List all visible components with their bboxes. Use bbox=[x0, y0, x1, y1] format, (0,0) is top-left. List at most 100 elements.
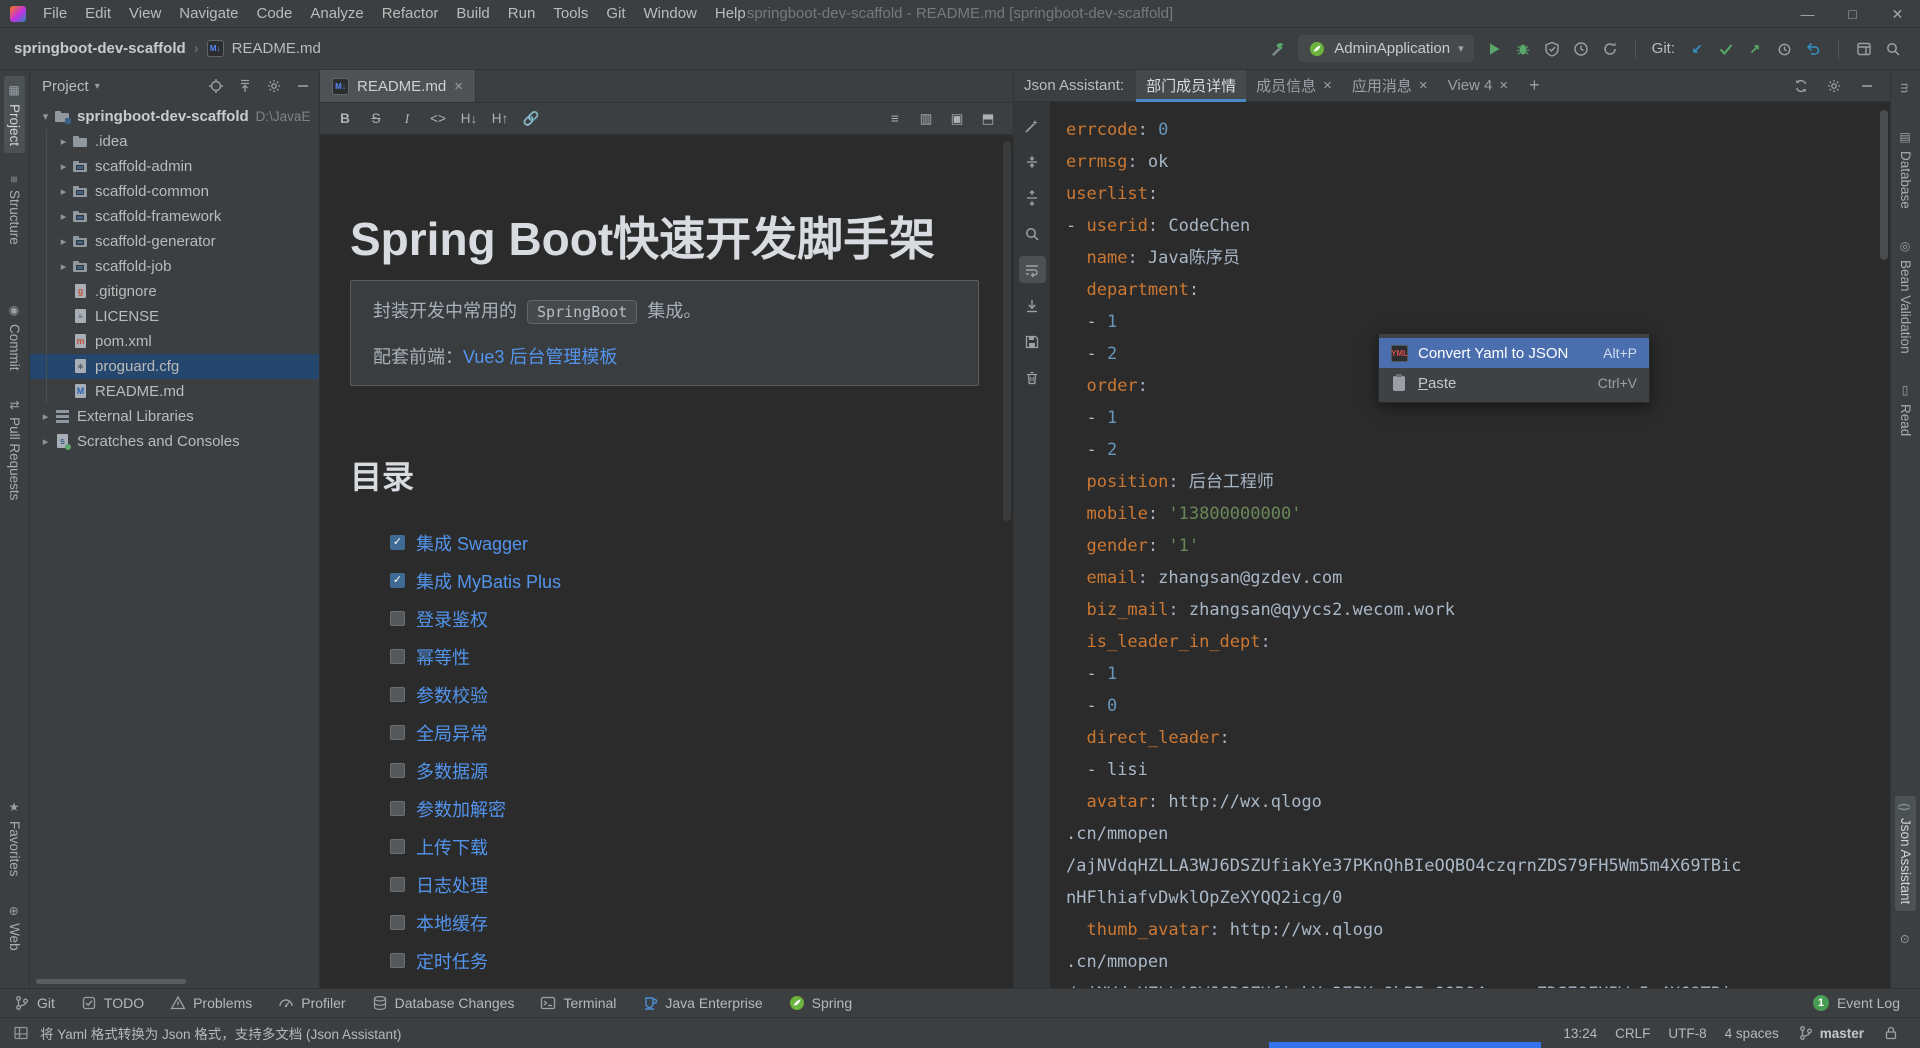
unchecked-checkbox-icon[interactable] bbox=[390, 763, 405, 778]
save-icon[interactable] bbox=[1019, 328, 1046, 355]
locate-file-icon[interactable] bbox=[207, 78, 224, 95]
menu-edit[interactable]: Edit bbox=[76, 0, 120, 28]
unchecked-checkbox-icon[interactable] bbox=[390, 839, 405, 854]
toolwindow-button-java-enterprise[interactable]: Java Enterprise bbox=[642, 995, 762, 1011]
checklist-link[interactable]: 本地缓存 bbox=[416, 910, 488, 936]
menu-analyze[interactable]: Analyze bbox=[301, 0, 372, 28]
tool-stripe-structure[interactable]: ≡Structure bbox=[4, 169, 25, 252]
editor-tab-readme[interactable]: M↓ README.md × bbox=[320, 70, 476, 102]
close-tab-icon[interactable]: × bbox=[1323, 77, 1332, 94]
scroll-sync-icon[interactable]: ⬒ bbox=[975, 107, 1001, 131]
tree-item-scaffold-common[interactable]: ▸scaffold-common bbox=[30, 179, 319, 204]
menu-window[interactable]: Window bbox=[635, 0, 706, 28]
tree-item-scaffold-job[interactable]: ▸scaffold-job bbox=[30, 254, 319, 279]
tool-stripe-json-assistant[interactable]: {}Json Assistant bbox=[1895, 796, 1916, 911]
chevron-right-icon[interactable]: ▸ bbox=[56, 210, 71, 223]
toolwindow-button-git[interactable]: Git bbox=[14, 995, 55, 1011]
expand-all-icon[interactable] bbox=[1019, 184, 1046, 211]
header-down-icon[interactable]: H↓ bbox=[456, 107, 482, 131]
tool-stripe-web[interactable]: ⊕Web bbox=[4, 899, 25, 958]
close-button[interactable]: ✕ bbox=[1875, 0, 1920, 28]
assistant-tab-view-4[interactable]: View 4× bbox=[1438, 70, 1519, 102]
checked-checkbox-icon[interactable]: ✓ bbox=[390, 535, 405, 550]
assistant-tab-item[interactable]: 成员信息× bbox=[1246, 70, 1342, 102]
tool-stripe-pull-requests[interactable]: ⇅Pull Requests bbox=[4, 393, 25, 507]
search-icon[interactable] bbox=[1019, 220, 1046, 247]
assistant-tab-item[interactable]: 部门成员详情 bbox=[1136, 70, 1246, 102]
link-icon[interactable]: 🔗 bbox=[518, 107, 544, 131]
git-update-button[interactable] bbox=[1688, 40, 1706, 58]
unchecked-checkbox-icon[interactable] bbox=[390, 915, 405, 930]
checklist-link[interactable]: 日志处理 bbox=[416, 872, 488, 898]
tree-item-readme-md[interactable]: MREADME.md bbox=[30, 379, 319, 404]
rerun-button[interactable] bbox=[1601, 40, 1619, 58]
layout-split-icon[interactable]: ▥ bbox=[913, 107, 939, 131]
coverage-button[interactable] bbox=[1543, 40, 1561, 58]
chevron-right-icon[interactable]: ▸ bbox=[38, 435, 53, 448]
format-icon[interactable] bbox=[1019, 112, 1046, 139]
checklist-link[interactable]: 幂等性 bbox=[416, 644, 470, 670]
tool-stripe-maven[interactable]: m bbox=[1895, 76, 1916, 107]
chevron-down-icon[interactable]: ▾ bbox=[95, 81, 100, 92]
checklist-link[interactable]: 登录鉴权 bbox=[416, 606, 488, 632]
hide-panel-icon[interactable] bbox=[1858, 77, 1876, 95]
sync-icon[interactable] bbox=[1792, 77, 1810, 95]
checklist-link[interactable]: 上传下载 bbox=[416, 834, 488, 860]
git-push-button[interactable] bbox=[1746, 40, 1764, 58]
checked-checkbox-icon[interactable]: ✓ bbox=[390, 573, 405, 588]
minimize-button[interactable]: — bbox=[1785, 0, 1830, 28]
chevron-right-icon[interactable]: ▸ bbox=[38, 410, 53, 423]
menu-run[interactable]: Run bbox=[499, 0, 545, 28]
run-button[interactable] bbox=[1485, 40, 1503, 58]
delete-icon[interactable] bbox=[1019, 364, 1046, 391]
soft-wrap-icon[interactable] bbox=[1019, 256, 1046, 283]
editor-scrollbar[interactable] bbox=[1003, 141, 1011, 521]
unchecked-checkbox-icon[interactable] bbox=[390, 725, 405, 740]
breadcrumb-project[interactable]: springboot-dev-scaffold bbox=[14, 40, 186, 57]
unchecked-checkbox-icon[interactable] bbox=[390, 953, 405, 968]
tool-stripe-project[interactable]: ▦Project bbox=[4, 76, 25, 153]
tree-item-springboot-dev-scaffold[interactable]: ▾springboot-dev-scaffoldD:\JavaE bbox=[30, 104, 319, 129]
chevron-down-icon[interactable]: ▾ bbox=[38, 110, 53, 123]
checklist-link[interactable]: 定时任务 bbox=[416, 948, 488, 974]
tool-stripe-read[interactable]: ▯Read bbox=[1895, 376, 1916, 443]
menu-tools[interactable]: Tools bbox=[544, 0, 597, 28]
git-commit-button[interactable] bbox=[1717, 40, 1735, 58]
git-branch-widget[interactable]: master bbox=[1797, 1024, 1864, 1042]
menu-navigate[interactable]: Navigate bbox=[170, 0, 247, 28]
chevron-right-icon[interactable]: ▸ bbox=[56, 160, 71, 173]
tree-item-pom-xml[interactable]: mpom.xml bbox=[30, 329, 319, 354]
toolwindow-button-todo[interactable]: TODO bbox=[81, 995, 144, 1011]
yaml-editor[interactable]: errcode: 0errmsg: okuserlist:- userid: C… bbox=[1051, 102, 1890, 988]
unchecked-checkbox-icon[interactable] bbox=[390, 877, 405, 892]
encoding-widget[interactable]: UTF-8 bbox=[1668, 1026, 1706, 1041]
hide-panel-icon[interactable] bbox=[294, 78, 311, 95]
tree-item-scaffold-admin[interactable]: ▸scaffold-admin bbox=[30, 154, 319, 179]
run-configuration-select[interactable]: AdminApplication ▾ bbox=[1298, 35, 1473, 62]
checklist-link[interactable]: 参数校验 bbox=[416, 682, 488, 708]
vertical-scrollbar[interactable] bbox=[1880, 110, 1888, 260]
add-tab-icon[interactable]: + bbox=[1518, 75, 1551, 96]
header-up-icon[interactable]: H↑ bbox=[487, 107, 513, 131]
italic-icon[interactable]: I bbox=[394, 107, 420, 131]
menu-code[interactable]: Code bbox=[247, 0, 301, 28]
tree-item-gitignore[interactable]: g.gitignore bbox=[30, 279, 319, 304]
horizontal-scrollbar[interactable] bbox=[36, 979, 186, 984]
context-menu-item-convert-yaml-to-json[interactable]: YMLConvert Yaml to JSONAlt+P bbox=[1379, 338, 1649, 368]
chevron-right-icon[interactable]: ▸ bbox=[56, 135, 71, 148]
line-separator-widget[interactable]: CRLF bbox=[1615, 1026, 1650, 1041]
tool-stripe-database[interactable]: ▤Database bbox=[1895, 123, 1916, 216]
git-history-button[interactable] bbox=[1775, 40, 1793, 58]
collapse-all-icon[interactable] bbox=[1019, 148, 1046, 175]
layout-editor-only-icon[interactable]: ≡ bbox=[882, 107, 908, 131]
tool-stripe-bell[interactable]: ⊙ bbox=[1895, 927, 1916, 958]
git-rollback-button[interactable] bbox=[1804, 40, 1822, 58]
scroll-to-end-icon[interactable] bbox=[1019, 292, 1046, 319]
checklist-link[interactable]: 多数据源 bbox=[416, 758, 488, 784]
checklist-link[interactable]: 参数加解密 bbox=[416, 796, 506, 822]
chevron-right-icon[interactable]: ▸ bbox=[56, 235, 71, 248]
assistant-tab-item[interactable]: 应用消息× bbox=[1342, 70, 1438, 102]
maximize-button[interactable]: □ bbox=[1830, 0, 1875, 28]
menu-file[interactable]: File bbox=[34, 0, 76, 28]
tool-stripe-commit[interactable]: ◉Commit bbox=[4, 296, 25, 378]
